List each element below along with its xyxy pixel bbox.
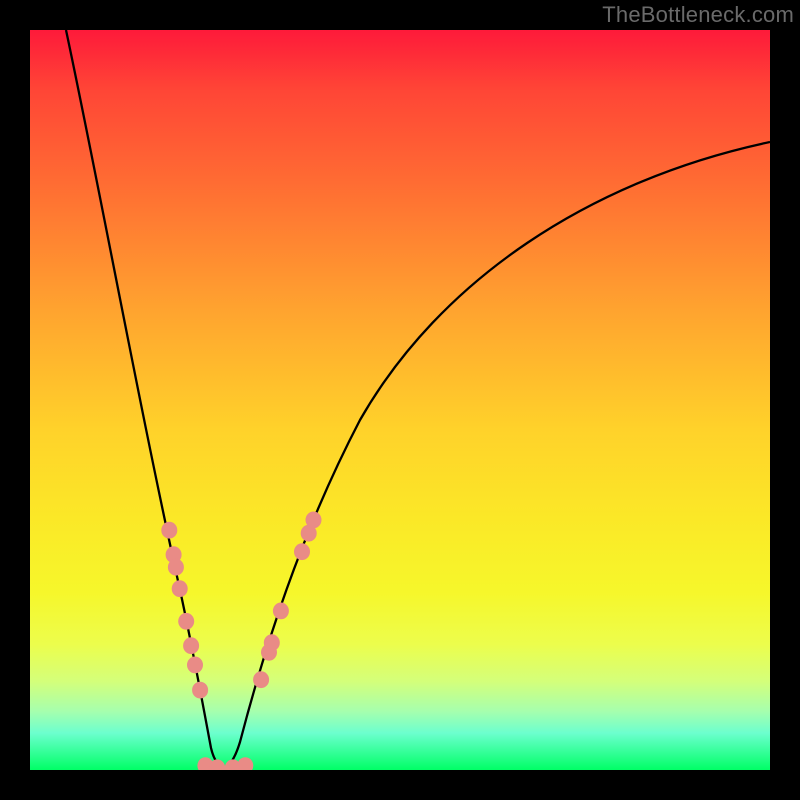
curve-marker	[161, 522, 177, 539]
plot-area	[30, 30, 770, 770]
curve-marker	[192, 682, 208, 699]
curve-marker	[183, 637, 199, 654]
bottleneck-curve-right	[224, 142, 770, 768]
bottleneck-curve-left	[66, 30, 224, 768]
curve-marker	[306, 512, 322, 529]
curve-marker	[294, 543, 310, 560]
bottleneck-curve-svg	[30, 30, 770, 770]
curve-marker	[168, 559, 184, 576]
watermark-text: TheBottleneck.com	[602, 2, 794, 28]
curve-marker	[237, 757, 253, 770]
curve-marker	[253, 671, 269, 688]
curve-marker	[172, 580, 188, 597]
curve-marker	[178, 613, 194, 630]
curve-marker	[187, 657, 203, 674]
chart-frame: TheBottleneck.com	[0, 0, 800, 800]
curve-marker	[264, 634, 280, 651]
curve-markers	[161, 512, 321, 771]
curve-marker	[273, 603, 289, 620]
